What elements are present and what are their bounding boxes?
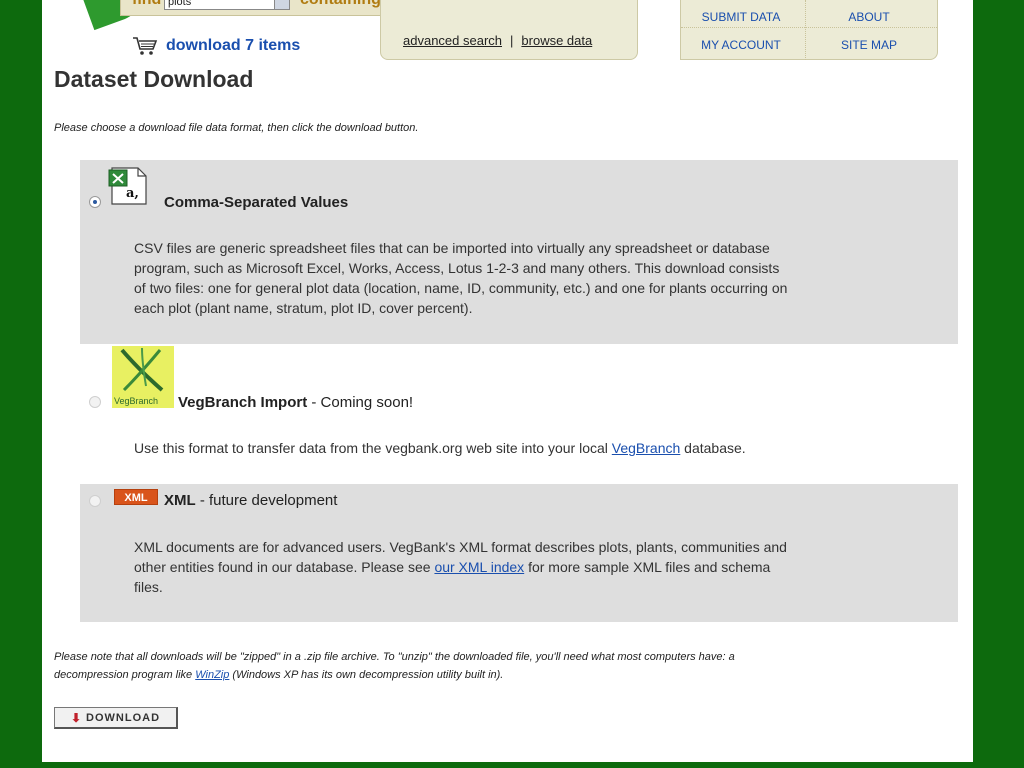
download-cart-link[interactable]: download 7 items <box>132 36 300 56</box>
download-button-label: DOWNLOAD <box>86 711 161 724</box>
main-nav: SUBMIT DATA ABOUT MY ACCOUNT SITE MAP <box>680 0 938 60</box>
cart-icon <box>132 36 158 56</box>
csv-description: CSV files are generic spreadsheet files … <box>134 238 787 318</box>
zip-note-text: decompression program like <box>54 669 196 681</box>
csv-file-icon: a, <box>108 166 150 208</box>
xml-title: XML - future development <box>164 492 337 509</box>
find-label: find <box>132 0 161 9</box>
xml-desc-line: XML documents are for advanced users. Ve… <box>134 539 787 555</box>
csv-desc-line: program, such as Microsoft Excel, Works,… <box>134 260 780 276</box>
vegbranch-description: Use this format to transfer data from th… <box>134 438 746 458</box>
vegbranch-radio[interactable] <box>89 396 101 408</box>
xml-index-link[interactable]: our XML index <box>434 559 524 575</box>
chevron-down-icon[interactable] <box>274 0 290 10</box>
instructions: Please choose a download file data forma… <box>54 122 419 134</box>
nav-divider-horizontal <box>681 27 937 28</box>
xml-badge-icon: XML <box>114 489 158 505</box>
link-separator: | <box>510 33 514 48</box>
xml-desc-line: files. <box>134 579 163 595</box>
xml-title-bold: XML <box>164 492 196 509</box>
page: find plots containing go download 7 item… <box>42 0 973 762</box>
vegbranch-desc-text: Use this format to transfer data from th… <box>134 440 612 456</box>
option-vegbranch: VegBranch VegBranch Import - Coming soon… <box>80 344 958 484</box>
zip-note-line: Please note that all downloads will be "… <box>54 651 735 663</box>
xml-title-suffix: - future development <box>195 492 338 509</box>
csv-icon-text: a, <box>126 186 139 201</box>
xml-description: XML documents are for advanced users. Ve… <box>134 537 787 597</box>
page-title: Dataset Download <box>54 66 254 92</box>
advanced-search-link[interactable]: advanced search <box>403 33 502 48</box>
option-csv: a, Comma-Separated Values CSV files are … <box>80 160 958 344</box>
subnav-panel <box>380 0 638 60</box>
xml-desc-line: other entities found in our database. Pl… <box>134 557 787 577</box>
zip-note-text-end: (Windows XP has its own decompression ut… <box>229 669 504 681</box>
nav-submit-data[interactable]: SUBMIT DATA <box>681 10 801 24</box>
vegbranch-desc-text-end: database. <box>680 440 746 456</box>
download-button[interactable]: ⬇ DOWNLOAD <box>54 707 178 729</box>
find-select[interactable]: plots <box>164 0 282 10</box>
subnav-links: advanced search | browse data <box>403 33 592 48</box>
csv-desc-line: each plot (plant name, stratum, plot ID,… <box>134 300 473 316</box>
csv-desc-line: of two files: one for general plot data … <box>134 280 788 296</box>
xml-desc-text-end: for more sample XML files and schema <box>524 559 771 575</box>
download-arrow-icon: ⬇ <box>70 710 83 725</box>
csv-desc-line: CSV files are generic spreadsheet files … <box>134 240 770 256</box>
nav-divider-vertical <box>805 0 806 60</box>
xml-radio[interactable] <box>89 495 101 507</box>
vegbranch-title-suffix: - Coming soon! <box>307 394 414 411</box>
cart-text: download 7 items <box>166 37 301 54</box>
browse-data-link[interactable]: browse data <box>521 33 592 48</box>
csv-radio[interactable] <box>89 196 101 208</box>
vegbranch-link[interactable]: VegBranch <box>612 440 681 456</box>
nav-my-account[interactable]: MY ACCOUNT <box>681 38 801 52</box>
nav-site-map[interactable]: SITE MAP <box>809 38 929 52</box>
option-xml: XML XML - future development XML documen… <box>80 484 958 622</box>
vegbranch-title: VegBranch Import - Coming soon! <box>178 394 413 411</box>
xml-desc-text: other entities found in our database. Pl… <box>134 559 435 575</box>
zip-note: Please note that all downloads will be "… <box>54 648 934 684</box>
containing-label: containing <box>300 0 381 9</box>
vegbranch-logo-text: VegBranch <box>114 396 159 406</box>
winzip-link[interactable]: WinZip <box>195 669 229 681</box>
vegbranch-title-bold: VegBranch Import <box>178 394 308 411</box>
vegbranch-logo: VegBranch <box>112 346 174 408</box>
csv-title: Comma-Separated Values <box>164 194 349 211</box>
nav-about[interactable]: ABOUT <box>809 10 929 24</box>
zip-note-line: decompression program like WinZip (Windo… <box>54 666 934 684</box>
